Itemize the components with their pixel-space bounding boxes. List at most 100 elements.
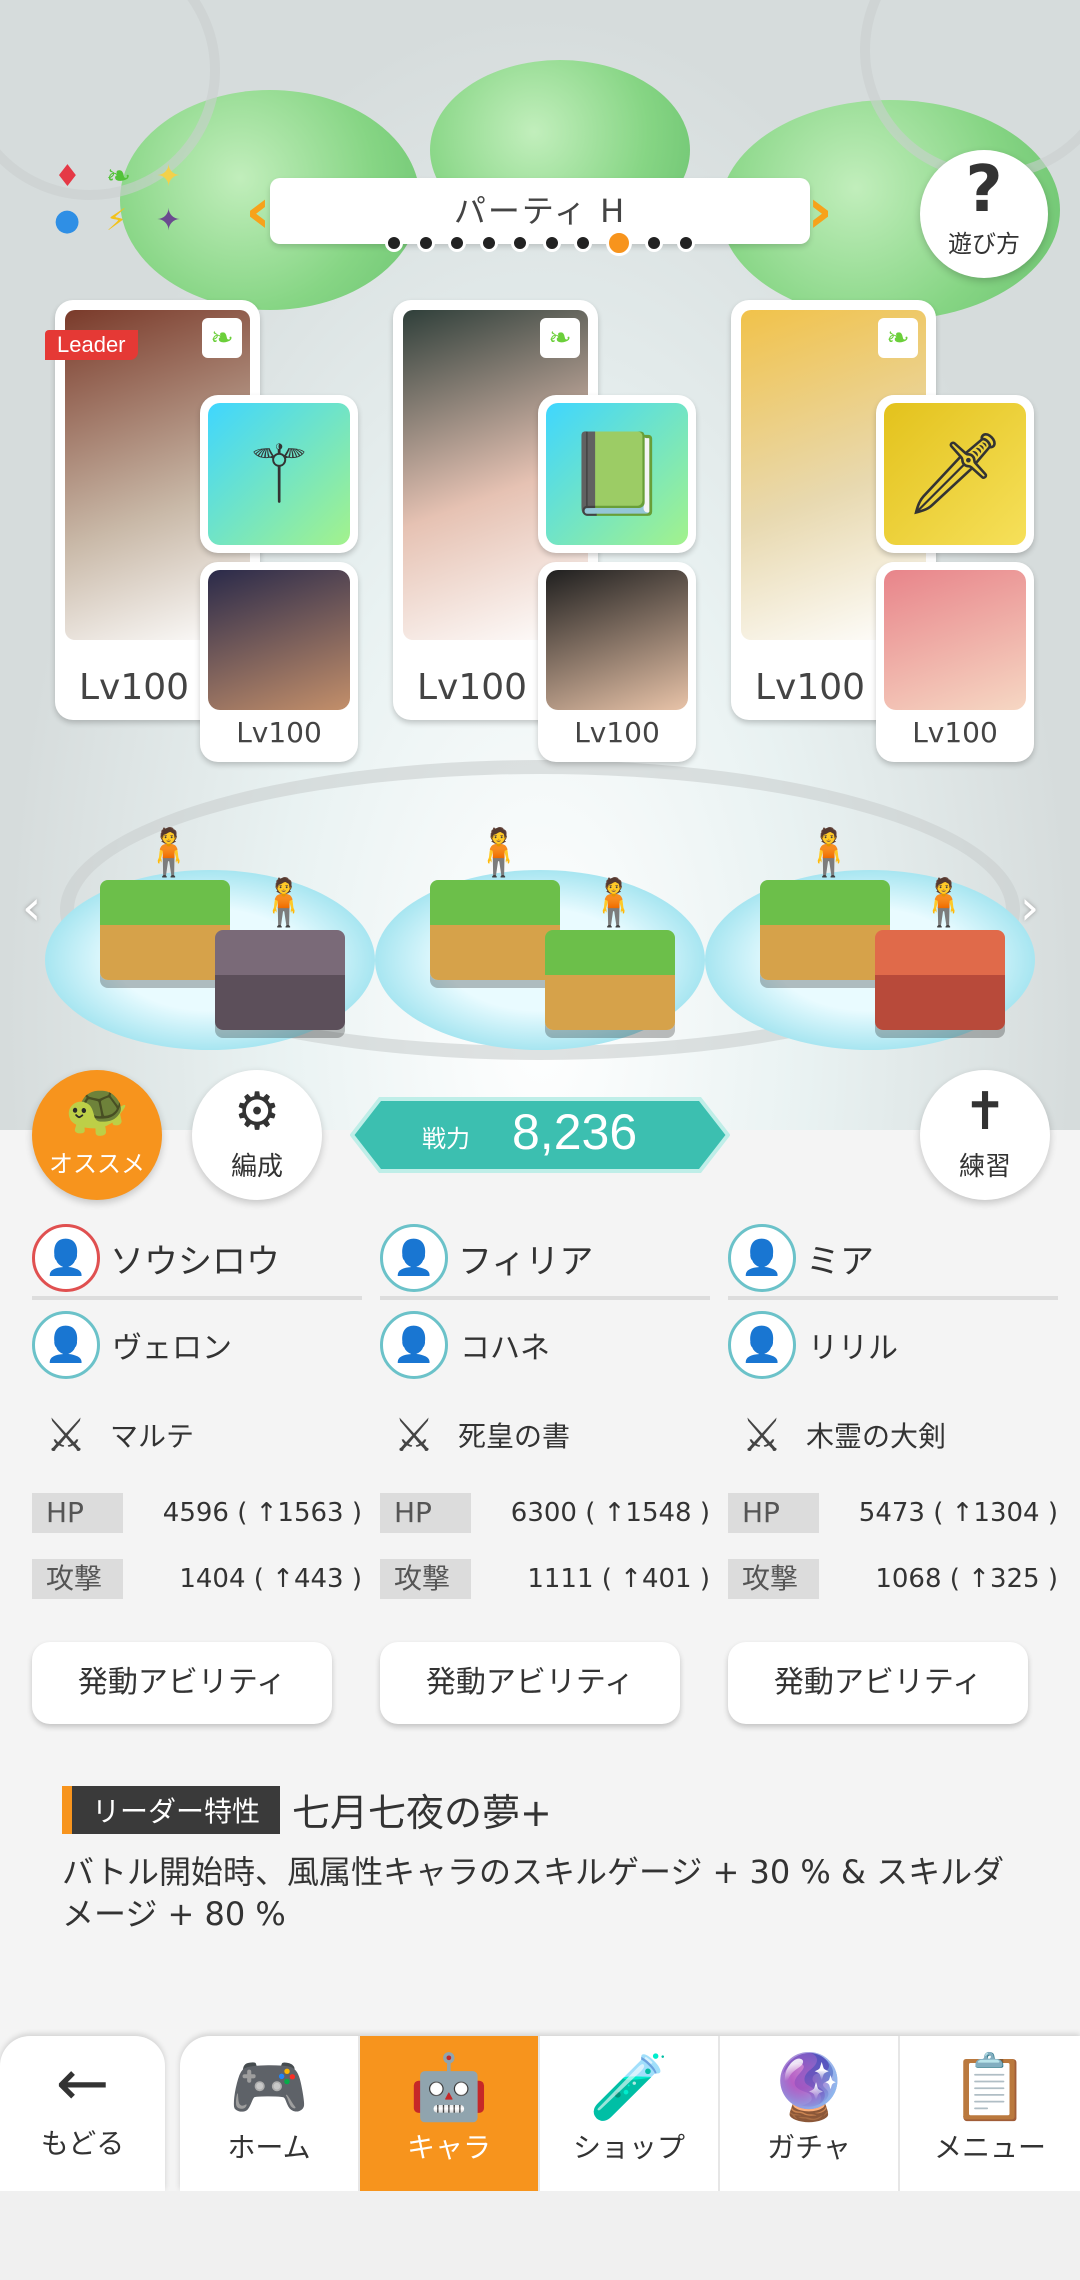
hp-stat: HP 5473 ( ↑1304 ) [728,1480,1058,1546]
tab-character[interactable]: 🤖 キャラ [360,2036,540,2191]
sub-character-name: リリル [808,1331,898,1366]
power-value: 8,236 [512,1104,638,1160]
ability-button[interactable]: 発動アビリティ [728,1642,1028,1724]
turtle-icon: 🐢 [64,1080,130,1140]
tab-shop[interactable]: 🧪 ショップ [540,2036,720,2191]
weapon-row[interactable]: ⚔ 木霊の大剣 [728,1390,1058,1480]
ability-button[interactable]: 発動アビリティ [32,1642,332,1724]
weapon-card-1[interactable]: ⚚ [200,395,358,553]
tab-gacha[interactable]: 🔮 ガチャ [720,2036,900,2191]
sub-character-card-3[interactable]: Lv100 [876,562,1034,762]
main-character-row[interactable]: 👤 フィリア [380,1220,710,1300]
attack-label: 攻撃 [380,1559,510,1599]
sub-character-portrait [208,570,350,710]
practice-button[interactable]: ✝ 練習 [920,1070,1050,1200]
main-character-name: ミア [806,1241,874,1282]
scroll-right-icon[interactable]: › [1020,880,1039,936]
hp-label: HP [728,1493,858,1533]
leader-skill-description: バトル開始時、風属性キャラのスキルゲージ + 30 % & スキルダメージ + … [62,1853,1005,1933]
hp-value: 5473 ( ↑1304 ) [858,1498,1058,1528]
weapon-name: 木霊の大剣 [806,1420,947,1453]
back-button[interactable]: ← もどる [0,2036,165,2191]
sub-level: Lv100 [236,716,322,749]
staff-weapon-icon: ⚚ [208,403,350,545]
page-dot[interactable] [416,234,435,252]
hp-value: 6300 ( ↑1548 ) [510,1498,710,1528]
hp-value: 4596 ( ↑1563 ) [162,1498,362,1528]
leader-badge: Leader [45,330,138,360]
weapon-row[interactable]: ⚔ 死皇の書 [380,1390,710,1480]
weapon-card-3[interactable]: 🗡 [876,395,1034,553]
hp-label: HP [380,1493,510,1533]
wind-element-icon: ❧ [202,318,242,358]
sub-character-card-1[interactable]: Lv100 [200,562,358,762]
main-level: Lv100 [417,667,528,708]
next-party-button[interactable]: › [800,176,840,246]
element-chart-icon[interactable]: ♦ ❧ ✦ ● ⚡ ✦ [50,160,200,250]
attack-stat: 攻撃 1068 ( ↑325 ) [728,1546,1058,1612]
formation-button[interactable]: ⚙ 編成 [192,1070,322,1200]
main-level: Lv100 [79,667,190,708]
attack-stat: 攻撃 1111 ( ↑401 ) [380,1546,710,1612]
menu-icon: 📋 [950,2051,1030,2125]
hp-stat: HP 4596 ( ↑1563 ) [32,1480,362,1546]
sub-level: Lv100 [574,716,660,749]
main-level: Lv100 [755,667,866,708]
sub-character-name: ヴェロン [112,1331,232,1366]
help-label: 遊び方 [948,230,1020,258]
avatar: 👤 [728,1224,796,1292]
page-dot[interactable] [574,234,593,252]
tab-home[interactable]: 🎮 ホーム [180,2036,360,2191]
sword-weapon-icon: 🗡 [884,403,1026,545]
leader-skill-tag: リーダー特性 [62,1785,281,1834]
gacha-icon: 🔮 [769,2051,849,2125]
practice-label: 練習 [958,1152,1011,1182]
sub-character-row[interactable]: 👤 リリル [728,1300,1058,1390]
weapon-card-2[interactable]: 📗 [538,395,696,553]
scroll-left-icon[interactable]: ‹ [22,880,41,936]
recommend-label: オススメ [49,1150,145,1178]
page-dot[interactable] [645,234,664,252]
shop-icon: 🧪 [589,2051,669,2125]
page-dot[interactable] [448,234,467,252]
sub-character-row[interactable]: 👤 ヴェロン [32,1300,362,1390]
tab-label: キャラ [406,2131,491,2164]
page-dot[interactable] [605,230,632,256]
ability-button[interactable]: 発動アビリティ [380,1642,680,1724]
sub-character-card-2[interactable]: Lv100 [538,562,696,762]
weapon-icon: ⚔ [393,1408,435,1462]
character-platform-1[interactable]: 🧍 🧍 [45,825,375,1050]
page-dot[interactable] [676,234,695,252]
arrow-left-icon: ← [55,2047,110,2121]
party-page-indicator [385,230,695,256]
main-character-row[interactable]: 👤 ソウシロウ [32,1220,362,1300]
weapon-icon: ⚔ [741,1408,783,1462]
sub-character-row[interactable]: 👤 コハネ [380,1300,710,1390]
attack-stat: 攻撃 1404 ( ↑443 ) [32,1546,362,1612]
help-button[interactable]: ? 遊び方 [920,150,1048,278]
book-weapon-icon: 📗 [546,403,688,545]
avatar: 👤 [380,1311,448,1379]
main-tabs: 🎮 ホーム 🤖 キャラ 🧪 ショップ 🔮 ガチャ 📋 メニュー [180,2036,1080,2191]
recommend-button[interactable]: 🐢 オススメ [32,1070,162,1200]
page-dot[interactable] [542,234,561,252]
main-character-name: フィリア [458,1241,594,1282]
character-column-2: 👤 フィリア 👤 コハネ ⚔ 死皇の書 HP 6300 ( ↑1548 ) 攻撃… [380,1220,710,1724]
stone-block [215,930,345,1030]
person-gear-icon: ⚙ [233,1082,281,1142]
main-character-name: ソウシロウ [110,1241,280,1282]
tab-menu[interactable]: 📋 メニュー [900,2036,1080,2191]
avatar: 👤 [32,1311,100,1379]
main-character-row[interactable]: 👤 ミア [728,1220,1058,1300]
sub-level: Lv100 [912,716,998,749]
character-icon: 🤖 [409,2051,489,2125]
avatar: 👤 [32,1224,100,1292]
character-platform-2[interactable]: 🧍 🧍 [375,825,705,1050]
weapon-row[interactable]: ⚔ マルテ [32,1390,362,1480]
chibi-character: 🧍 [800,825,858,879]
page-dot[interactable] [511,234,530,252]
page-dot[interactable] [479,234,498,252]
attack-value: 1404 ( ↑443 ) [179,1564,362,1594]
character-platform-3[interactable]: 🧍 🧍 [705,825,1035,1050]
page-dot[interactable] [385,234,403,252]
